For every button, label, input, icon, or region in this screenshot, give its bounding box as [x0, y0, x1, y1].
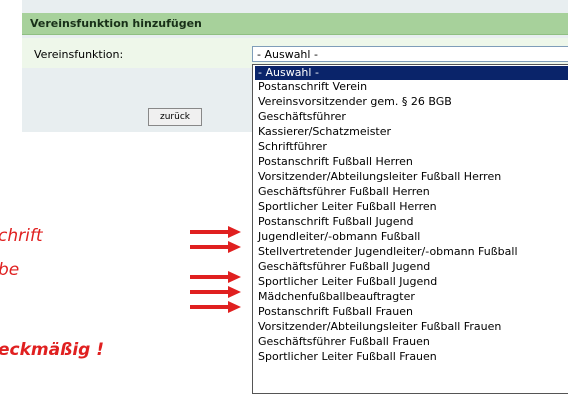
dropdown-option[interactable]: Vereinsvorsitzender gem. § 26 BGB	[255, 95, 568, 109]
vereinsfunktion-dropdown: - Auswahl - Postanschrift Verein Vereins…	[252, 64, 568, 394]
dropdown-option[interactable]: Geschäftsführer Fußball Herren	[255, 185, 568, 199]
dropdown-option[interactable]: Vorsitzender/Abteilungsleiter Fußball Fr…	[255, 320, 568, 334]
vereinsfunktion-select[interactable]: - Auswahl -	[252, 46, 568, 62]
dropdown-option[interactable]: Vorsitzender/Abteilungsleiter Fußball He…	[255, 170, 568, 184]
dropdown-option[interactable]: Mädchenfußballbeauftragter	[255, 290, 568, 304]
dropdown-option[interactable]: Postanschrift Fußball Jugend	[255, 215, 568, 229]
vereinsfunktion-label: Vereinsfunktion:	[34, 48, 124, 61]
dropdown-option[interactable]: Stellvertretender Jugendleiter/-obmann F…	[255, 245, 568, 259]
annotation-text-2: be	[0, 260, 20, 280]
back-button[interactable]: zurück	[148, 108, 202, 126]
dialog-title: Vereinsfunktion hinzufügen	[30, 17, 202, 30]
dropdown-option[interactable]: Sportlicher Leiter Fußball Herren	[255, 200, 568, 214]
annotation-text-1: chrift	[0, 226, 43, 246]
dropdown-option[interactable]: Kassierer/Schatzmeister	[255, 125, 568, 139]
dialog-header: Vereinsfunktion hinzufügen	[22, 13, 568, 35]
red-arrow-icon	[190, 301, 241, 313]
dropdown-option[interactable]: Jugendleiter/-obmann Fußball	[255, 230, 568, 244]
red-arrow-icon	[190, 226, 241, 238]
annotation-text-3: eckmäßig !	[0, 340, 104, 360]
red-arrow-icon	[190, 286, 241, 298]
dropdown-option[interactable]: Postanschrift Verein	[255, 80, 568, 94]
dropdown-option[interactable]: Postanschrift Fußball Herren	[255, 155, 568, 169]
dropdown-option[interactable]: Sportlicher Leiter Fußball Jugend	[255, 275, 568, 289]
dropdown-option[interactable]: Postanschrift Fußball Frauen	[255, 305, 568, 319]
dropdown-option[interactable]: Geschäftsführer	[255, 110, 568, 124]
red-arrow-icon	[190, 241, 241, 253]
dropdown-option[interactable]: Geschäftsführer Fußball Frauen	[255, 335, 568, 349]
dropdown-option[interactable]: Geschäftsführer Fußball Jugend	[255, 260, 568, 274]
dropdown-option[interactable]: Schriftführer	[255, 140, 568, 154]
dropdown-option[interactable]: - Auswahl -	[255, 66, 568, 80]
dropdown-option[interactable]: Sportlicher Leiter Fußball Frauen	[255, 350, 568, 364]
select-value: - Auswahl -	[257, 48, 318, 61]
red-arrow-icon	[190, 271, 241, 283]
